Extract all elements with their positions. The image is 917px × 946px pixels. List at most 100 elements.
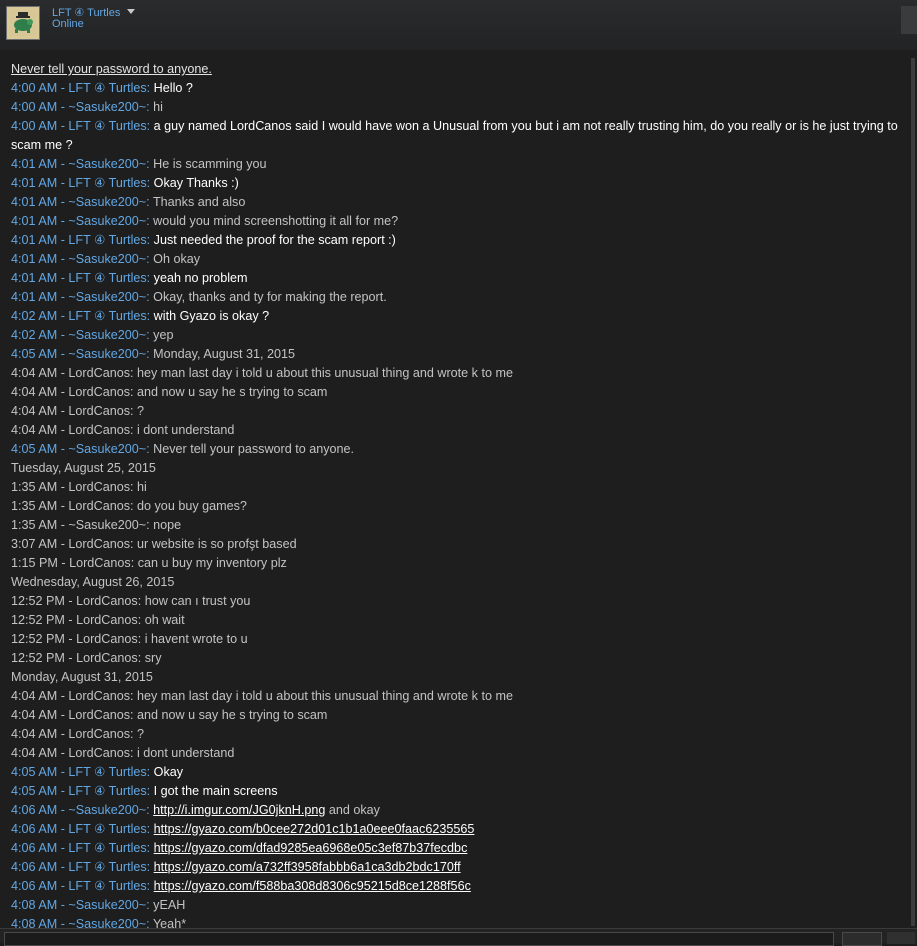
message-sender[interactable]: ~Sasuke200~ <box>68 442 146 456</box>
message-time: 4:01 AM <box>11 271 58 285</box>
message-text: with Gyazo is okay ? <box>153 309 270 323</box>
message-sender[interactable]: LFT ④ Turtles <box>68 81 146 95</box>
separator: - <box>57 290 69 304</box>
message-link[interactable]: https://gyazo.com/f588ba308d8306c95215d8… <box>154 879 471 893</box>
message-sender[interactable]: LFT ④ Turtles <box>68 765 146 779</box>
separator: - <box>57 328 69 342</box>
message-sender[interactable]: ~Sasuke200~ <box>68 100 146 114</box>
message-text: Oh okay <box>153 252 201 266</box>
chat-line: 4:00 AM - ~Sasuke200~: hi <box>11 98 906 117</box>
separator: - <box>57 157 69 171</box>
chat-line: 4:06 AM - LFT ④ Turtles: https://gyazo.c… <box>11 877 906 896</box>
message-time: 4:00 AM <box>11 81 58 95</box>
header-side-button[interactable] <box>901 6 917 34</box>
scroll-thumb[interactable] <box>911 58 915 926</box>
message-sender[interactable]: LFT ④ Turtles <box>68 879 146 893</box>
message-time: 4:00 AM <box>11 119 58 133</box>
message-time: 4:05 AM <box>11 442 58 456</box>
chat-line: 4:02 AM - ~Sasuke200~: yep <box>11 326 906 345</box>
avatar[interactable] <box>6 6 40 40</box>
message-link[interactable]: http://i.imgur.com/JG0jknH.png <box>153 803 325 817</box>
chat-line: 4:04 AM - LordCanos: hey man last day i … <box>11 687 906 706</box>
chat-line: 4:08 AM - ~Sasuke200~: yEAH <box>11 896 906 915</box>
message-sender[interactable]: ~Sasuke200~ <box>68 157 146 171</box>
message-sender[interactable]: LFT ④ Turtles <box>68 822 146 836</box>
colon: : <box>146 233 154 247</box>
chat-line: 1:35 AM - LordCanos: hi <box>11 478 906 497</box>
message-sender[interactable]: LFT ④ Turtles <box>68 309 146 323</box>
message-sender[interactable]: ~Sasuke200~ <box>68 328 146 342</box>
chat-line: 4:05 AM - ~Sasuke200~: Never tell your p… <box>11 440 906 459</box>
history-text: 12:52 PM - LordCanos: sry <box>11 651 162 665</box>
emoticon-button[interactable] <box>887 932 915 944</box>
colon: : <box>146 917 153 928</box>
message-sender[interactable]: ~Sasuke200~ <box>68 803 146 817</box>
message-sender[interactable]: ~Sasuke200~ <box>68 214 146 228</box>
message-sender[interactable]: LFT ④ Turtles <box>68 119 146 133</box>
chat-line: 12:52 PM - LordCanos: oh wait <box>11 611 906 630</box>
colon: : <box>146 81 154 95</box>
chat-line: 1:35 AM - ~Sasuke200~: nope <box>11 516 906 535</box>
history-text: 4:04 AM - LordCanos: i dont understand <box>11 423 235 437</box>
message-time: 4:02 AM <box>11 309 58 323</box>
message-sender[interactable]: LFT ④ Turtles <box>68 233 146 247</box>
history-text: 4:04 AM - LordCanos: ? <box>11 404 145 418</box>
scrollbar[interactable] <box>911 58 915 926</box>
separator: - <box>57 100 69 114</box>
chat-line: 4:02 AM - LFT ④ Turtles: with Gyazo is o… <box>11 307 906 326</box>
chat-line: 4:05 AM - ~Sasuke200~: Monday, August 31… <box>11 345 906 364</box>
message-link[interactable]: https://gyazo.com/dfad9285ea6968e05c3ef8… <box>154 841 468 855</box>
colon: : <box>146 822 154 836</box>
history-text: 1:35 AM - ~Sasuke200~: nope <box>11 518 182 532</box>
message-time: 4:01 AM <box>11 214 58 228</box>
separator: - <box>57 784 69 798</box>
separator: - <box>57 309 69 323</box>
history-text: 4:04 AM - LordCanos: and now u say he s … <box>11 385 328 399</box>
separator: - <box>57 195 69 209</box>
colon: : <box>146 176 154 190</box>
password-warning: Never tell your password to anyone. <box>11 60 906 79</box>
warning-text: Never tell your password to anyone. <box>11 62 212 76</box>
message-sender[interactable]: LFT ④ Turtles <box>68 784 146 798</box>
separator: - <box>57 860 69 874</box>
message-time: 4:05 AM <box>11 347 58 361</box>
send-button[interactable] <box>842 932 882 946</box>
chat-line: 4:04 AM - LordCanos: ? <box>11 402 906 421</box>
message-sender[interactable]: LFT ④ Turtles <box>68 860 146 874</box>
message-sender[interactable]: LFT ④ Turtles <box>68 176 146 190</box>
separator: - <box>57 347 69 361</box>
message-input[interactable] <box>4 932 834 946</box>
message-text: Okay, thanks and ty for making the repor… <box>153 290 387 304</box>
history-text: 12:52 PM - LordCanos: i havent wrote to … <box>11 632 248 646</box>
separator: - <box>57 271 69 285</box>
separator: - <box>57 822 69 836</box>
message-time: 4:06 AM <box>11 879 58 893</box>
message-sender[interactable]: ~Sasuke200~ <box>68 898 146 912</box>
colon: : <box>146 271 154 285</box>
message-sender[interactable]: LFT ④ Turtles <box>68 271 146 285</box>
message-sender[interactable]: LFT ④ Turtles <box>68 841 146 855</box>
chevron-down-icon[interactable] <box>127 9 135 14</box>
message-text: Okay <box>153 765 184 779</box>
message-link[interactable]: https://gyazo.com/a732ff3958fabbb6a1ca3d… <box>154 860 461 874</box>
message-sender[interactable]: ~Sasuke200~ <box>68 917 146 928</box>
message-text: yEAH <box>153 898 186 912</box>
history-text: Monday, August 31, 2015 <box>11 670 153 684</box>
message-sender[interactable]: ~Sasuke200~ <box>68 252 146 266</box>
message-sender[interactable]: ~Sasuke200~ <box>68 347 146 361</box>
message-sender[interactable]: ~Sasuke200~ <box>68 290 146 304</box>
colon: : <box>146 765 154 779</box>
chat-line: 4:04 AM - LordCanos: i dont understand <box>11 744 906 763</box>
chat-line: 4:08 AM - ~Sasuke200~: Yeah* <box>11 915 906 928</box>
message-time: 4:08 AM <box>11 917 58 928</box>
chat-line: 1:15 PM - LordCanos: can u buy my invent… <box>11 554 906 573</box>
message-link[interactable]: https://gyazo.com/b0cee272d01c1b1a0eee0f… <box>154 822 475 836</box>
chat-header: LFT ④ Turtles Online <box>0 0 917 50</box>
chat-line: 4:06 AM - LFT ④ Turtles: https://gyazo.c… <box>11 858 906 877</box>
colon: : <box>146 784 154 798</box>
message-sender[interactable]: ~Sasuke200~ <box>68 195 146 209</box>
message-text: Okay Thanks :) <box>153 176 239 190</box>
separator: - <box>57 442 69 456</box>
colon: : <box>146 841 154 855</box>
message-text: Monday, August 31, 2015 <box>153 347 296 361</box>
